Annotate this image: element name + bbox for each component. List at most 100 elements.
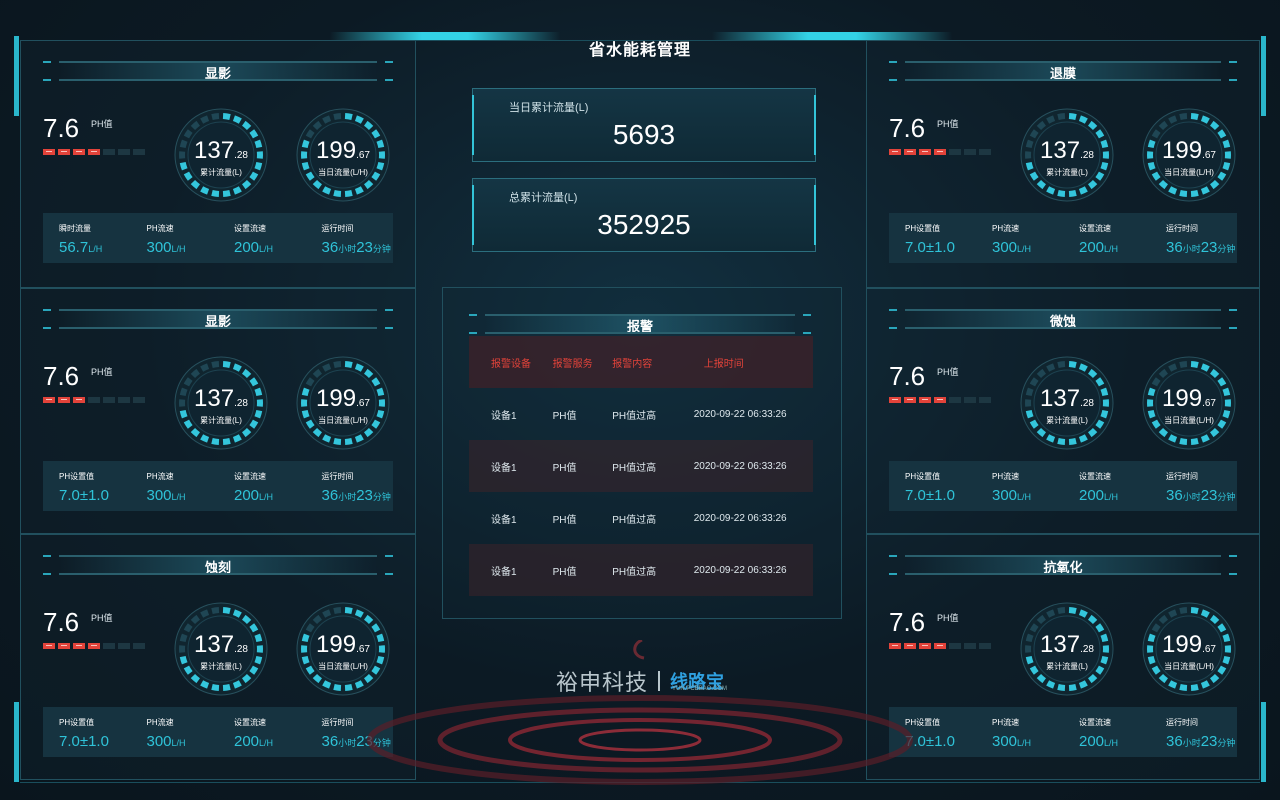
stat-label: 设置流速: [1079, 472, 1111, 481]
cell-time: 2020-09-22 06:33:26: [693, 564, 787, 576]
stat-value: 36小时23分钟: [1166, 487, 1236, 504]
alarm-table: 报警设备 报警服务 报警内容 上报时间 设备1 PH值 PH值过高 2020-0…: [469, 336, 813, 596]
ph-level-segment: [118, 149, 130, 155]
alarm-panel-header: 报警: [469, 312, 811, 334]
ph-level-segment: [904, 397, 916, 403]
table-row[interactable]: 设备1 PH值 PH值过高 2020-09-22 06:33:26: [469, 544, 813, 596]
station-panel: 微蚀 7.6 PH值 137.28 累计流量(L) 199.67 当日流量(L/…: [866, 288, 1260, 534]
ph-label: PH值: [937, 367, 959, 377]
ph-level-segment: [58, 149, 70, 155]
stat-label: 设置流速: [1079, 224, 1111, 233]
ph-level-segment: [934, 149, 946, 155]
col-header-content: 报警内容: [612, 358, 653, 370]
panel-header: 退膜: [889, 59, 1237, 81]
ph-label: PH值: [91, 367, 113, 377]
table-row[interactable]: 设备1 PH值 PH值过高 2020-09-22 06:33:26: [469, 388, 813, 440]
stat-item: 运行时间 36小时23分钟: [1150, 461, 1237, 511]
stat-item: PH流速 300L/H: [131, 461, 219, 511]
cell-service: PH值: [552, 566, 577, 578]
brand-logo: 裕申科技 线路宝 YUN.PCBBAO.COM: [556, 666, 728, 696]
ph-level-segment: [43, 643, 55, 649]
total-flow-gauge: 137.28 累计流量(L): [173, 355, 269, 451]
stat-label: PH设置值: [905, 224, 941, 233]
gauge-value: 137.28: [1040, 385, 1094, 412]
gauge-value: 137.28: [1040, 631, 1094, 658]
gauge-label: 累计流量(L): [200, 168, 242, 177]
kpi-total-value: 352925: [597, 209, 691, 240]
ph-level-segment: [73, 149, 85, 155]
stats-bar: 瞬时流量 56.7L/H PH流速 300L/H 设置流速 200L/H 运行时…: [43, 213, 393, 263]
stat-value: 200L/H: [1079, 239, 1119, 256]
total-flow-gauge: 137.28 累计流量(L): [1019, 107, 1115, 203]
stat-value: 300L/H: [992, 733, 1032, 750]
ph-level-segment: [88, 149, 100, 155]
stat-item: 运行时间 36小时23分钟: [306, 461, 394, 511]
sub-brand-url: YUN.PCBBAO.COM: [672, 686, 728, 692]
stat-label: PH流速: [992, 472, 1020, 481]
gauge-value: 199.67: [316, 137, 370, 164]
gauge-label: 累计流量(L): [200, 416, 242, 425]
stat-label: PH流速: [146, 718, 174, 727]
table-row[interactable]: 设备1 PH值 PH值过高 2020-09-22 06:33:26: [469, 440, 813, 492]
stat-item: 设置流速 200L/H: [218, 213, 306, 263]
stat-value: 300L/H: [992, 487, 1032, 504]
ph-level-segment: [118, 643, 130, 649]
ph-level-bar: [43, 397, 145, 403]
gauge-label: 累计流量(L): [1046, 168, 1088, 177]
panel-header: 显影: [43, 59, 393, 81]
ph-level-segment: [43, 149, 55, 155]
stat-label: PH流速: [146, 472, 174, 481]
station-panel: 抗氧化 7.6 PH值 137.28 累计流量(L) 199.67 当日流量(L…: [866, 534, 1260, 780]
gauge-value: 137.28: [194, 137, 248, 164]
stat-label: 运行时间: [1166, 718, 1198, 727]
left-edge-accent-bottom: [14, 702, 19, 782]
ph-level-segment: [964, 149, 976, 155]
gauge-value: 137.28: [194, 631, 248, 658]
stat-item: 运行时间 36小时23分钟: [1150, 707, 1237, 757]
ph-level-bar: [889, 397, 991, 403]
kpi-today: 当日累计流量(L) 5693: [472, 88, 816, 162]
panel-header: 抗氧化: [889, 553, 1237, 575]
ph-level-segment: [979, 643, 991, 649]
stat-value: 36小时23分钟: [1166, 239, 1236, 256]
stat-item: PH流速 300L/H: [976, 213, 1063, 263]
ph-block: 7.6 PH值: [889, 607, 999, 649]
stat-item: PH流速 300L/H: [131, 213, 219, 263]
ph-level-segment: [133, 149, 145, 155]
panel-header: 显影: [43, 307, 393, 329]
gauge-label: 当日流量(L/H): [1164, 416, 1214, 425]
stat-item: 设置流速 200L/H: [1063, 707, 1150, 757]
gauge-label: 当日流量(L/H): [1164, 662, 1214, 671]
today-flow-gauge: 199.67 当日流量(L/H): [1141, 601, 1237, 697]
stat-value: 300L/H: [146, 239, 186, 256]
stat-label: PH设置值: [59, 472, 95, 481]
ph-level-segment: [103, 149, 115, 155]
stat-item: PH设置值 7.0±1.0: [43, 461, 131, 511]
gauge-label: 累计流量(L): [1046, 662, 1088, 671]
stat-label: PH设置值: [905, 472, 941, 481]
col-header-service: 报警服务: [552, 358, 593, 370]
ph-block: 7.6 PH值: [43, 113, 153, 155]
panel-header: 蚀刻: [43, 553, 393, 575]
ph-level-segment: [43, 397, 55, 403]
stat-label: 运行时间: [321, 472, 354, 481]
gauge-label: 当日流量(L/H): [318, 168, 368, 177]
cell-content: PH值过高: [612, 566, 657, 578]
gauge-value: 199.67: [1162, 385, 1216, 412]
table-row[interactable]: 设备1 PH值 PH值过高 2020-09-22 06:33:26: [469, 492, 813, 544]
stat-value: 200L/H: [1079, 733, 1119, 750]
stats-bar: PH设置值 7.0±1.0 PH流速 300L/H 设置流速 200L/H 运行…: [43, 461, 393, 511]
stat-value: 7.0±1.0: [59, 487, 109, 504]
ph-level-segment: [103, 397, 115, 403]
ph-label: PH值: [91, 613, 113, 623]
cell-service: PH值: [552, 462, 577, 474]
stat-value: 7.0±1.0: [905, 239, 955, 256]
water-ripple-decoration: [367, 640, 913, 785]
stat-value: 300L/H: [992, 239, 1032, 256]
stat-item: PH设置值 7.0±1.0: [889, 461, 976, 511]
ph-block: 7.6 PH值: [43, 607, 153, 649]
ph-level-segment: [934, 643, 946, 649]
ph-level-segment: [58, 643, 70, 649]
ph-label: PH值: [937, 119, 959, 129]
stats-bar: PH设置值 7.0±1.0 PH流速 300L/H 设置流速 200L/H 运行…: [889, 707, 1237, 757]
